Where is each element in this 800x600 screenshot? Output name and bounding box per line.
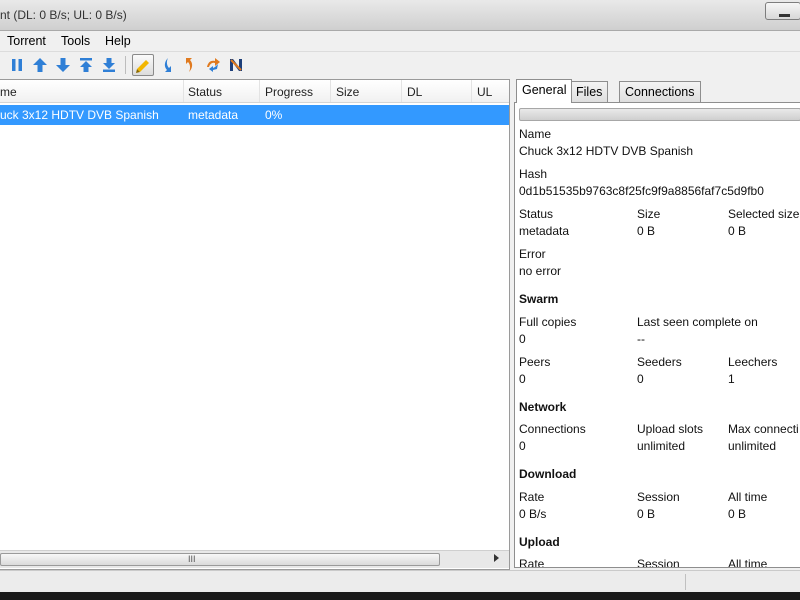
size-value: 0 B: [637, 224, 656, 238]
status-label: Status: [519, 207, 554, 221]
toolbar: [0, 52, 800, 79]
tab-connections-label: Connections: [625, 85, 695, 99]
scroll-right-icon[interactable]: [494, 554, 499, 562]
column-separator[interactable]: [330, 80, 331, 102]
leechers-value: 1: [728, 372, 735, 386]
transfer-icon[interactable]: [203, 55, 223, 75]
upload-alltime-label: All time: [728, 557, 768, 567]
toolbar-separator: [125, 56, 126, 74]
tab-files[interactable]: Files: [570, 81, 609, 102]
status-value: metadata: [519, 224, 570, 238]
download-alltime-label: All time: [728, 490, 768, 504]
upload-heading: Upload: [519, 535, 560, 549]
network-heading: Network: [519, 400, 567, 414]
move-bottom-icon[interactable]: [99, 55, 119, 75]
menu-bar: Torrent Tools Help: [0, 31, 800, 52]
torrent-progress-bar: [519, 108, 800, 121]
leechers-label: Leechers: [728, 355, 778, 369]
torrent-name: uck 3x12 HDTV DVB Spanish: [0, 108, 159, 122]
scrollbar-grip: III: [188, 554, 196, 564]
upload-limit-icon[interactable]: [180, 55, 200, 75]
details-pane: General Files Connections Name Chuck 3x1…: [514, 79, 800, 570]
peers-label: Peers: [519, 355, 551, 369]
table-row[interactable]: uck 3x12 HDTV DVB Spanish metadata 0%: [0, 105, 509, 125]
status-bar-separator: [685, 574, 686, 590]
peers-value: 0: [519, 372, 526, 386]
tab-general[interactable]: General: [516, 79, 573, 103]
error-value: no error: [519, 264, 562, 278]
column-name[interactable]: me: [0, 85, 17, 99]
horizontal-scrollbar[interactable]: III: [0, 550, 509, 568]
menu-tools[interactable]: Tools: [61, 34, 90, 48]
window-title: nt (DL: 0 B/s; UL: 0 B/s): [0, 8, 127, 22]
upload-slots-value: unlimited: [637, 439, 686, 453]
torrent-status: metadata: [188, 108, 239, 122]
seeders-label: Seeders: [637, 355, 682, 369]
minimize-button[interactable]: [765, 2, 800, 20]
upload-slots-label: Upload slots: [637, 422, 704, 436]
column-dl[interactable]: DL: [407, 85, 422, 99]
column-ul[interactable]: UL: [477, 85, 492, 99]
name-value: Chuck 3x12 HDTV DVB Spanish: [519, 144, 694, 158]
menu-help[interactable]: Help: [105, 34, 131, 48]
main-area: me Status Progress Size DL UL uck 3x12 H…: [0, 79, 800, 570]
download-limit-icon[interactable]: [157, 55, 177, 75]
column-status[interactable]: Status: [188, 85, 222, 99]
column-separator[interactable]: [259, 80, 260, 102]
last-seen-value: --: [637, 332, 645, 346]
scrollbar-thumb[interactable]: III: [0, 553, 440, 566]
network-icon[interactable]: [226, 55, 246, 75]
swarm-heading: Swarm: [519, 292, 559, 306]
upload-session-label: Session: [637, 557, 680, 567]
connections-label: Connections: [519, 422, 586, 436]
size-label: Size: [637, 207, 661, 221]
upload-rate-label: Rate: [519, 557, 545, 567]
name-label: Name: [519, 127, 552, 141]
general-tab-panel: Name Chuck 3x12 HDTV DVB Spanish Hash 0d…: [514, 102, 800, 568]
download-session-label: Session: [637, 490, 680, 504]
column-size[interactable]: Size: [336, 85, 359, 99]
full-copies-label: Full copies: [519, 315, 577, 329]
move-down-icon[interactable]: [53, 55, 73, 75]
pause-icon[interactable]: [7, 55, 27, 75]
column-separator[interactable]: [471, 80, 472, 102]
download-heading: Download: [519, 467, 577, 481]
download-rate-label: Rate: [519, 490, 545, 504]
torrent-progress: 0%: [265, 108, 283, 122]
tab-connections[interactable]: Connections: [619, 81, 701, 102]
selected-size-label: Selected size: [728, 207, 800, 221]
column-progress[interactable]: Progress: [265, 85, 313, 99]
list-header: me Status Progress Size DL UL: [0, 80, 509, 103]
title-bar: nt (DL: 0 B/s; UL: 0 B/s): [0, 0, 800, 31]
move-top-icon[interactable]: [76, 55, 96, 75]
seeders-value: 0: [637, 372, 644, 386]
download-session-value: 0 B: [637, 507, 656, 521]
selected-size-value: 0 B: [728, 224, 747, 238]
filter-icon[interactable]: [132, 54, 154, 76]
tab-files-label: Files: [576, 85, 603, 99]
column-separator[interactable]: [401, 80, 402, 102]
connections-value: 0: [519, 439, 526, 453]
download-alltime-value: 0 B: [728, 507, 747, 521]
tab-general-label: General: [522, 83, 567, 97]
hash-value: 0d1b51535b9763c8f25fc9f9a8856faf7c5d9fb0: [519, 184, 764, 198]
torrent-list: me Status Progress Size DL UL uck 3x12 H…: [0, 79, 510, 570]
max-connections-label: Max connecti: [728, 422, 799, 436]
full-copies-value: 0: [519, 332, 526, 346]
error-label: Error: [519, 247, 546, 261]
download-rate-value: 0 B/s: [519, 507, 547, 521]
max-connections-value: unlimited: [728, 439, 777, 453]
move-up-icon[interactable]: [30, 55, 50, 75]
hash-label: Hash: [519, 167, 548, 181]
last-seen-label: Last seen complete on: [637, 315, 758, 329]
status-bar: [0, 570, 800, 592]
menu-torrent[interactable]: Torrent: [7, 34, 46, 48]
column-separator[interactable]: [183, 80, 184, 102]
